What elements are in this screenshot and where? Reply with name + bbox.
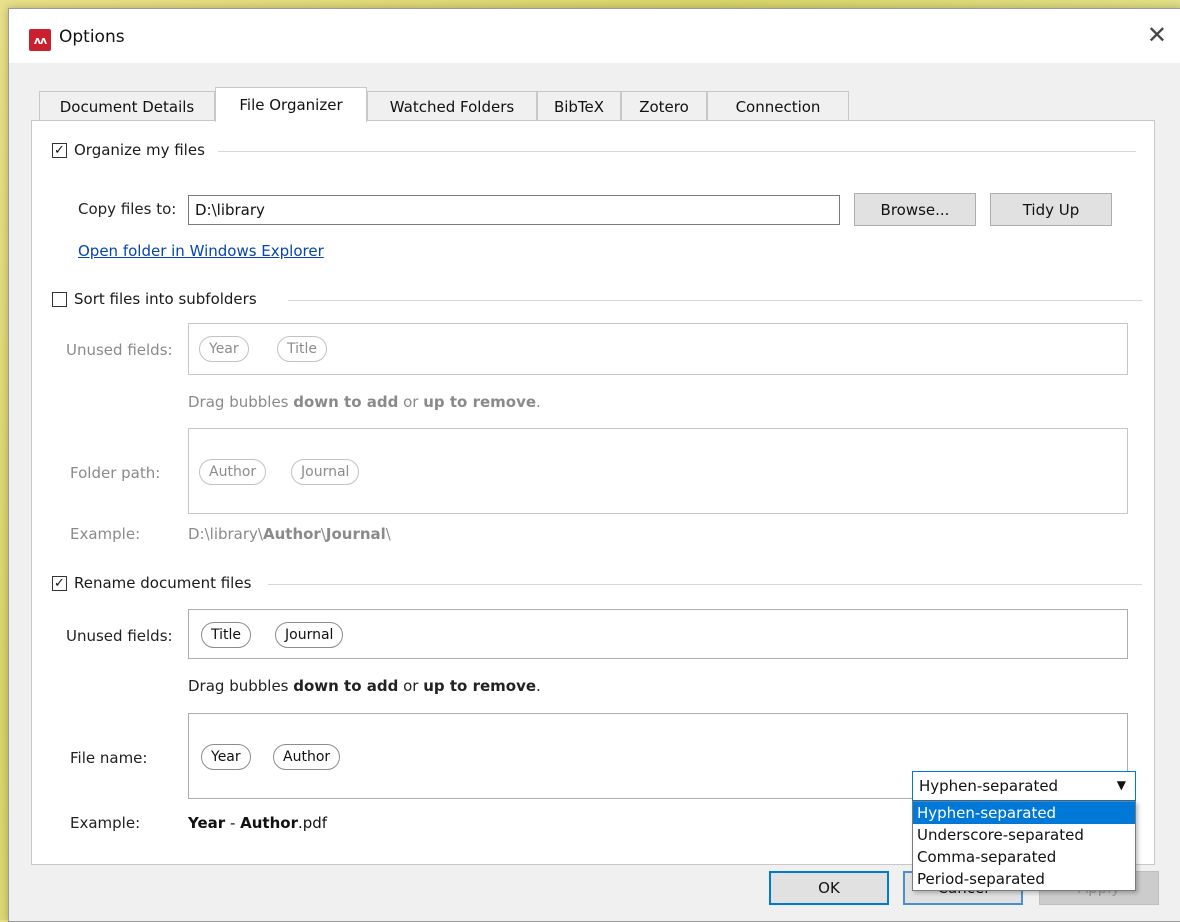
bubble-author[interactable]: Author <box>273 744 341 770</box>
subfolders-drag-hint: Drag bubbles down to add or up to remove… <box>188 393 541 411</box>
window-title: Options <box>59 27 125 47</box>
mendeley-logo-icon: ʌʌ <box>29 29 51 51</box>
options-dialog: ʌʌ Options ✕ Document Details File Organ… <box>8 8 1180 922</box>
bubble-journal[interactable]: Journal <box>275 622 344 648</box>
separator-select[interactable]: Hyphen-separated ▼ <box>912 771 1136 801</box>
subfolders-section-header: Sort files into subfolders <box>52 290 257 308</box>
bubble-title[interactable]: Title <box>277 336 328 362</box>
bubble-year[interactable]: Year <box>201 744 251 770</box>
rename-checkbox[interactable]: ✓ <box>52 575 67 591</box>
separator-option-underscore[interactable]: Underscore-separated <box>913 824 1135 846</box>
rename-divider <box>268 584 1142 585</box>
rename-example-label: Example: <box>70 814 141 832</box>
separator-option-period[interactable]: Period-separated <box>913 868 1135 890</box>
rename-drag-hint: Drag bubbles down to add or up to remove… <box>188 677 541 695</box>
tab-watched-folders[interactable]: Watched Folders <box>367 91 537 121</box>
subfolders-label: Sort files into subfolders <box>74 290 257 308</box>
tidy-up-button[interactable]: Tidy Up <box>990 193 1112 226</box>
rename-unused-label: Unused fields: <box>66 627 173 645</box>
close-icon[interactable]: ✕ <box>1147 21 1167 49</box>
rename-section-header: ✓ Rename document files <box>52 574 251 592</box>
separator-option-comma[interactable]: Comma-separated <box>913 846 1135 868</box>
rename-example-value: Year - Author.pdf <box>188 814 328 832</box>
tab-file-organizer[interactable]: File Organizer <box>215 87 367 122</box>
browse-button[interactable]: Browse... <box>854 193 976 226</box>
subfolders-example-label: Example: <box>70 525 141 543</box>
organize-section-header: ✓ Organize my files <box>52 141 205 159</box>
separator-option-hyphen[interactable]: Hyphen-separated <box>913 802 1135 824</box>
open-folder-link[interactable]: Open folder in Windows Explorer <box>78 242 324 260</box>
subfolders-unused-dropzone[interactable]: Year Title <box>188 323 1128 375</box>
subfolders-checkbox[interactable] <box>52 291 67 307</box>
subfolders-unused-label: Unused fields: <box>66 341 173 359</box>
rename-unused-dropzone[interactable]: Title Journal <box>188 609 1128 659</box>
tab-bibtex[interactable]: BibTeX <box>537 91 621 121</box>
ok-button[interactable]: OK <box>769 871 889 905</box>
tab-connection[interactable]: Connection <box>707 91 849 121</box>
bubble-title[interactable]: Title <box>201 622 252 648</box>
organize-label: Organize my files <box>74 141 205 159</box>
organize-divider <box>218 151 1136 152</box>
tab-zotero[interactable]: Zotero <box>621 91 707 121</box>
copy-path-input[interactable]: D:\library <box>188 195 840 225</box>
separator-select-value: Hyphen-separated <box>919 777 1059 795</box>
file-name-label: File name: <box>70 749 148 767</box>
tab-document-details[interactable]: Document Details <box>39 91 215 121</box>
folder-path-label: Folder path: <box>70 464 161 482</box>
copy-files-label: Copy files to: <box>78 200 177 218</box>
rename-label: Rename document files <box>74 574 252 592</box>
subfolders-example-value: D:\library\Author\Journal\ <box>188 525 391 543</box>
folder-path-dropzone[interactable]: Author Journal <box>188 428 1128 514</box>
separator-dropdown-list: Hyphen-separated Underscore-separated Co… <box>912 801 1136 891</box>
organize-checkbox[interactable]: ✓ <box>52 142 67 158</box>
bubble-journal[interactable]: Journal <box>291 459 360 485</box>
bubble-author[interactable]: Author <box>199 459 267 485</box>
bubble-year[interactable]: Year <box>199 336 249 362</box>
chevron-down-icon: ▼ <box>1116 778 1126 792</box>
title-bar: ʌʌ Options ✕ <box>9 9 1180 63</box>
file-organizer-panel: ✓ Organize my files Copy files to: D:\li… <box>31 120 1155 891</box>
subfolders-divider <box>288 300 1142 301</box>
